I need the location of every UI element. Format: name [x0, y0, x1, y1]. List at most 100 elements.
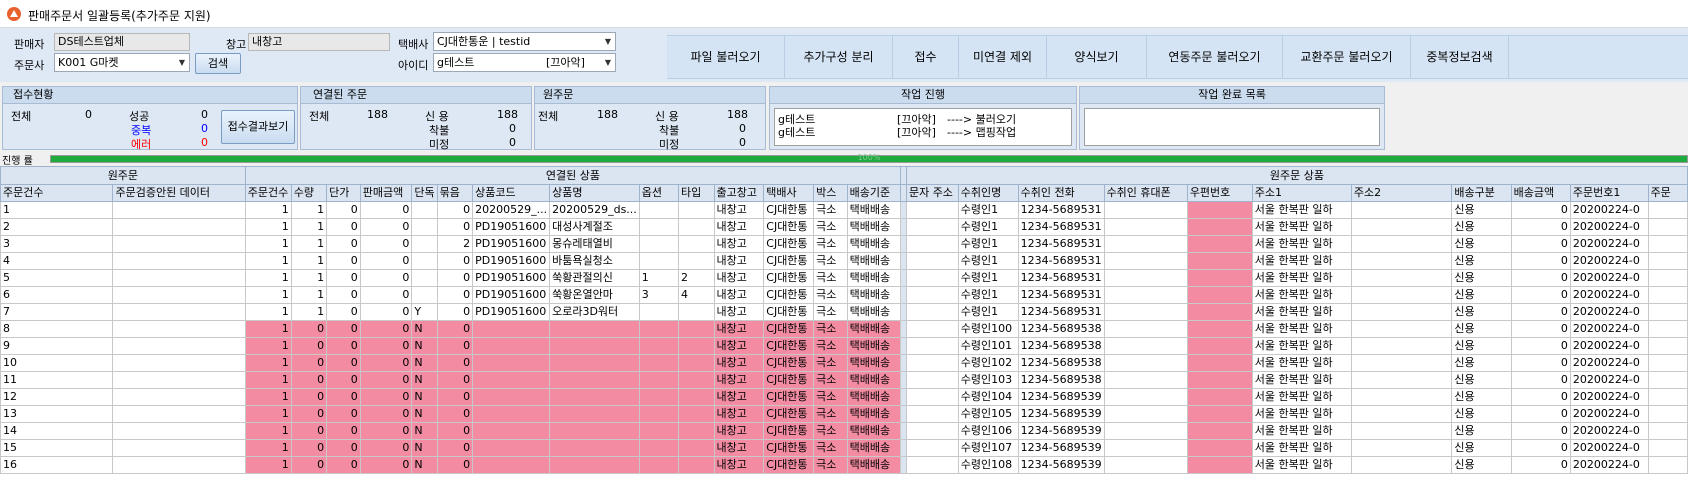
- column-header[interactable]: 주소1: [1251, 184, 1352, 202]
- table-cell[interactable]: 쑥황온열안마: [549, 286, 640, 304]
- receive-button[interactable]: 접수: [893, 36, 959, 78]
- table-cell[interactable]: 서울 한복판 일하: [1251, 354, 1352, 372]
- table-cell[interactable]: 1: [244, 439, 292, 457]
- table-cell[interactable]: 20200529_...: [472, 201, 551, 219]
- table-cell[interactable]: 택배배송: [846, 388, 902, 406]
- table-cell[interactable]: N: [411, 456, 438, 474]
- table-cell[interactable]: 0: [436, 439, 474, 457]
- column-header[interactable]: 옵션: [638, 184, 680, 202]
- table-cell[interactable]: 택배배송: [846, 456, 902, 474]
- table-cell[interactable]: Y: [411, 303, 438, 321]
- table-cell[interactable]: [112, 354, 246, 372]
- table-cell[interactable]: 1234-5689539: [1017, 388, 1105, 406]
- table-cell[interactable]: 내창고: [713, 218, 765, 236]
- table-cell[interactable]: 0: [436, 371, 474, 389]
- table-cell[interactable]: 서울 한복판 일하: [1251, 252, 1352, 270]
- table-cell[interactable]: [112, 218, 246, 236]
- table-cell[interactable]: 1234-5689538: [1017, 371, 1105, 389]
- split-options-button[interactable]: 추가구성 분리: [785, 36, 893, 78]
- table-cell[interactable]: 13: [0, 405, 114, 423]
- table-cell[interactable]: 1234-5689538: [1017, 337, 1105, 355]
- table-cell[interactable]: 신용: [1451, 388, 1512, 406]
- table-cell[interactable]: 1234-5689538: [1017, 320, 1105, 338]
- table-cell[interactable]: [1103, 252, 1188, 270]
- table-cell[interactable]: 극소: [813, 422, 848, 440]
- column-header[interactable]: 단독: [411, 184, 438, 202]
- table-cell[interactable]: [678, 405, 715, 423]
- table-cell[interactable]: 0: [1510, 286, 1571, 304]
- table-cell[interactable]: 5: [0, 269, 114, 287]
- table-cell[interactable]: 1234-5689538: [1017, 354, 1105, 372]
- table-cell[interactable]: [411, 201, 438, 219]
- table-cell[interactable]: 20200224-0: [1569, 320, 1649, 338]
- table-cell[interactable]: [411, 235, 438, 253]
- table-cell[interactable]: 서울 한복판 일하: [1251, 456, 1352, 474]
- table-cell[interactable]: 20200224-0: [1569, 303, 1649, 321]
- table-cell[interactable]: [1647, 337, 1688, 355]
- column-header[interactable]: 주문번호1: [1569, 184, 1649, 202]
- table-cell[interactable]: 0: [436, 320, 474, 338]
- done-list-box[interactable]: [1084, 108, 1380, 146]
- courier-select[interactable]: CJ대한통운 | testid ▼: [433, 32, 616, 51]
- table-cell[interactable]: 택배배송: [846, 439, 902, 457]
- table-cell[interactable]: 내창고: [713, 354, 765, 372]
- table-cell[interactable]: CJ대한통: [763, 371, 815, 389]
- table-cell[interactable]: 서울 한복판 일하: [1251, 439, 1352, 457]
- table-cell[interactable]: 1: [244, 388, 292, 406]
- table-cell[interactable]: 20200224-0: [1569, 218, 1649, 236]
- column-header[interactable]: 주문: [1647, 184, 1688, 202]
- table-cell[interactable]: N: [411, 337, 438, 355]
- table-cell[interactable]: [1647, 388, 1688, 406]
- table-cell[interactable]: CJ대한통: [763, 405, 815, 423]
- table-cell[interactable]: 수령인103: [957, 371, 1019, 389]
- table-cell[interactable]: [1647, 439, 1688, 457]
- table-cell[interactable]: 1234-5689531: [1017, 269, 1105, 287]
- table-cell[interactable]: [905, 269, 959, 287]
- table-row[interactable]: 5 1 1 0 0 0 PD19051600 쑥황관절의신 1 2 내창고 CJ대한통 극소 택배배송 수령…: [0, 269, 1688, 287]
- table-cell[interactable]: 0: [436, 388, 474, 406]
- column-header[interactable]: 수취인 휴대폰: [1103, 184, 1188, 202]
- table-cell[interactable]: 20200224-0: [1569, 235, 1649, 253]
- table-cell[interactable]: 0: [359, 201, 413, 219]
- table-cell[interactable]: 극소: [813, 303, 848, 321]
- table-cell[interactable]: 0: [1510, 303, 1571, 321]
- table-cell[interactable]: 바툼욕실청소: [549, 252, 640, 270]
- table-cell[interactable]: 1: [244, 269, 292, 287]
- table-cell[interactable]: 0: [326, 269, 361, 287]
- table-cell[interactable]: [1647, 405, 1688, 423]
- table-cell[interactable]: [905, 252, 959, 270]
- table-cell[interactable]: CJ대한통: [763, 218, 815, 236]
- search-button[interactable]: 검색: [195, 53, 241, 74]
- table-cell[interactable]: [472, 422, 551, 440]
- column-header[interactable]: 배송금액: [1510, 184, 1571, 202]
- table-cell[interactable]: 0: [436, 337, 474, 355]
- table-cell[interactable]: 0: [326, 252, 361, 270]
- table-cell[interactable]: 0: [359, 286, 413, 304]
- table-cell[interactable]: 20200224-0: [1569, 354, 1649, 372]
- table-cell[interactable]: [472, 456, 551, 474]
- table-cell[interactable]: 신용: [1451, 320, 1512, 338]
- table-cell[interactable]: [905, 235, 959, 253]
- table-cell[interactable]: 1234-5689531: [1017, 286, 1105, 304]
- table-cell[interactable]: [472, 439, 551, 457]
- table-cell[interactable]: 내창고: [713, 422, 765, 440]
- table-cell[interactable]: 0: [436, 303, 474, 321]
- table-cell[interactable]: 1: [290, 286, 328, 304]
- table-row[interactable]: 9 1 0 0 0 N 0 내창고 CJ대한통 극소 택배배송 수령인101 1234-5689538 서…: [0, 337, 1688, 355]
- table-cell[interactable]: [1350, 337, 1453, 355]
- table-cell[interactable]: [905, 456, 959, 474]
- table-cell[interactable]: 0: [290, 422, 328, 440]
- table-cell[interactable]: 극소: [813, 201, 848, 219]
- table-cell[interactable]: CJ대한통: [763, 456, 815, 474]
- table-cell[interactable]: [1103, 337, 1188, 355]
- table-cell[interactable]: 내창고: [713, 320, 765, 338]
- table-cell[interactable]: 신용: [1451, 201, 1512, 219]
- table-cell[interactable]: 1: [244, 286, 292, 304]
- table-cell[interactable]: [112, 235, 246, 253]
- table-row[interactable]: 15 1 0 0 0 N 0 내창고 CJ대한통 극소 택배배송 수령인107 1234-5689539…: [0, 439, 1688, 457]
- table-cell[interactable]: PD19051600: [472, 252, 551, 270]
- table-row[interactable]: 10 1 0 0 0 N 0 내창고 CJ대한통 극소 택배배송 수령인102 1234-5689538…: [0, 354, 1688, 372]
- table-cell[interactable]: 내창고: [713, 388, 765, 406]
- table-cell[interactable]: 1234-5689531: [1017, 235, 1105, 253]
- table-cell[interactable]: [638, 371, 680, 389]
